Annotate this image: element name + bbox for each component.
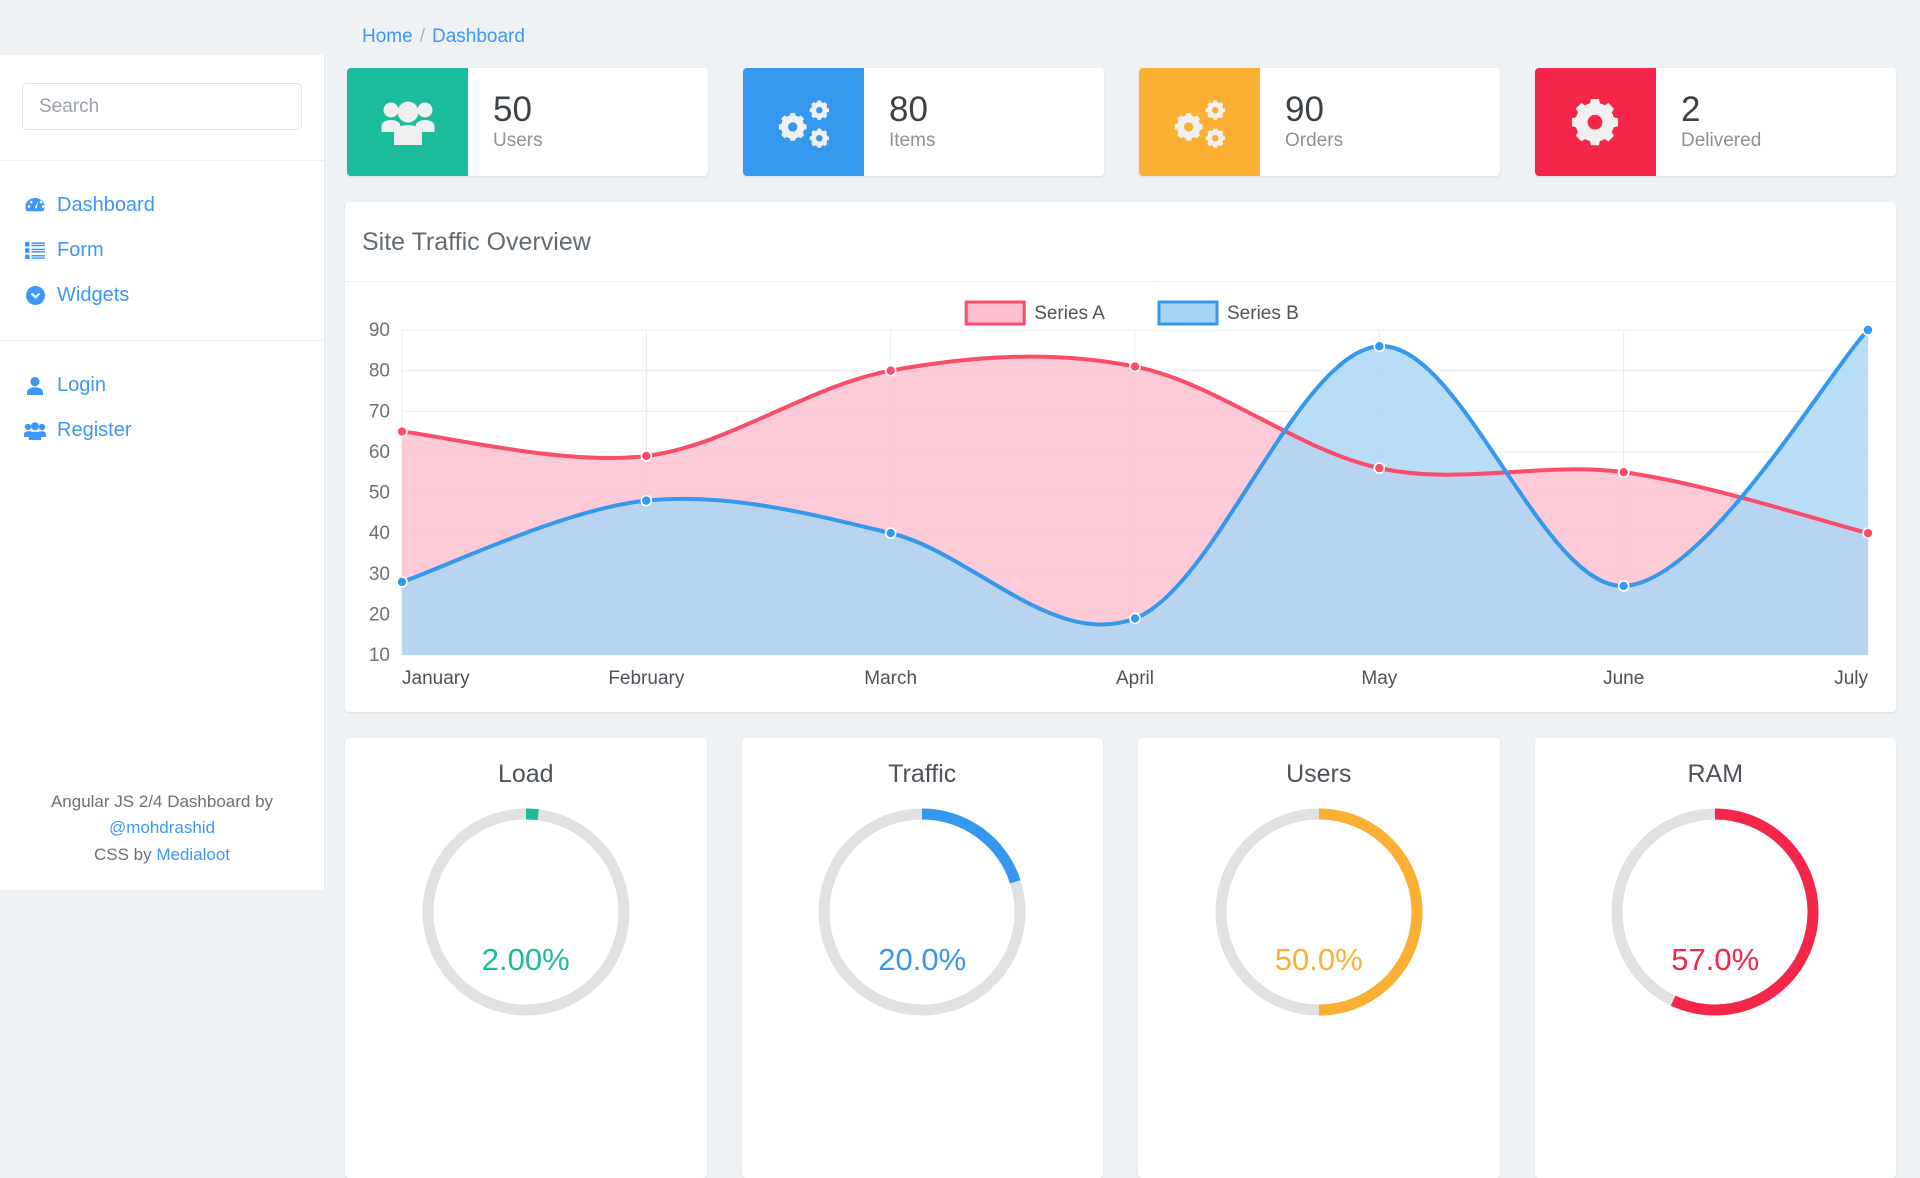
stat-card-items[interactable]: 80 Items xyxy=(743,68,1104,176)
stat-card-body: 80 Items xyxy=(864,68,935,176)
sidebar-search-section xyxy=(0,55,324,161)
users-group-icon xyxy=(347,68,468,176)
gauge-value: 2.00% xyxy=(415,942,637,978)
sidebar-item-widgets[interactable]: Widgets xyxy=(0,273,324,318)
stat-label: Items xyxy=(889,130,935,152)
stat-cards-row: 50 Users 80 Items xyxy=(345,68,1896,176)
sidebar-item-label: Dashboard xyxy=(57,194,155,217)
footer-medialoot-link[interactable]: Medialoot xyxy=(156,845,230,864)
svg-text:June: June xyxy=(1603,668,1644,689)
stat-value: 90 xyxy=(1285,92,1343,129)
site-traffic-panel: Site Traffic Overview 10 20 30 40 50 60 70 80 90… xyxy=(345,202,1896,712)
main-content: Home / Dashboard 50 Users xyxy=(325,0,1920,1178)
svg-text:March: March xyxy=(864,668,917,689)
svg-text:May: May xyxy=(1361,668,1397,689)
sidebar-item-register[interactable]: Register xyxy=(0,408,324,453)
sidebar-item-label: Form xyxy=(57,239,104,262)
stat-card-delivered[interactable]: 2 Delivered xyxy=(1535,68,1896,176)
gauge-title: Users xyxy=(1286,760,1351,789)
gauge-title: Traffic xyxy=(888,760,956,789)
sidebar-item-login[interactable]: Login xyxy=(0,363,324,408)
stat-card-users[interactable]: 50 Users xyxy=(347,68,708,176)
stat-value: 2 xyxy=(1681,92,1761,129)
gauge-value: 20.0% xyxy=(811,942,1033,978)
gauge-value: 57.0% xyxy=(1604,942,1826,978)
stat-label: Users xyxy=(493,130,543,152)
stat-label: Delivered xyxy=(1681,130,1761,152)
sidebar-item-label: Login xyxy=(57,374,106,397)
sidebar-footer: Angular JS 2/4 Dashboard by @mohdrashid … xyxy=(0,789,324,868)
gauge-value: 50.0% xyxy=(1208,942,1430,978)
chart-canvas[interactable]: 10 20 30 40 50 60 70 80 90 January February March Ap… xyxy=(345,300,1890,710)
svg-text:80: 80 xyxy=(369,361,390,382)
search-input[interactable] xyxy=(22,83,302,130)
gauge-ring: 57.0% xyxy=(1604,801,1826,1023)
breadcrumb-separator: / xyxy=(420,26,425,47)
stat-value: 80 xyxy=(889,92,935,129)
cogs-icon xyxy=(1139,68,1260,176)
gauges-row: Load 2.00% Traffic 20.0% Users 50.0% xyxy=(345,738,1896,1178)
svg-text:90: 90 xyxy=(369,320,390,341)
footer-css-prefix: CSS by xyxy=(94,845,156,864)
gauge-ring: 2.00% xyxy=(415,801,637,1023)
svg-text:February: February xyxy=(608,668,685,689)
list-icon xyxy=(24,241,46,261)
sidebar-item-label: Register xyxy=(57,419,131,442)
gauge-card-load: Load 2.00% xyxy=(345,738,707,1178)
sidebar-item-label: Widgets xyxy=(57,284,129,307)
breadcrumb-home[interactable]: Home xyxy=(362,26,413,47)
svg-text:70: 70 xyxy=(369,401,390,422)
sidebar-item-dashboard[interactable]: Dashboard xyxy=(0,183,324,228)
stat-card-body: 2 Delivered xyxy=(1656,68,1761,176)
svg-text:Series A: Series A xyxy=(1034,303,1105,324)
stat-card-body: 50 Users xyxy=(468,68,543,176)
gauge-title: RAM xyxy=(1687,760,1743,789)
svg-text:50: 50 xyxy=(369,483,390,504)
svg-text:30: 30 xyxy=(369,564,390,585)
svg-text:Series B: Series B xyxy=(1227,303,1299,324)
footer-author-link[interactable]: @mohdrashid xyxy=(109,818,215,837)
cog-icon xyxy=(1535,68,1656,176)
stat-value: 50 xyxy=(493,92,543,129)
sidebar-nav-primary: Dashboard Form xyxy=(0,161,324,340)
sidebar-nav-secondary: Login Register xyxy=(0,340,324,475)
dashboard-icon xyxy=(24,196,46,216)
gauge-card-ram: RAM 57.0% xyxy=(1535,738,1897,1178)
user-icon xyxy=(24,376,46,396)
gauge-ring: 50.0% xyxy=(1208,801,1430,1023)
footer-line-1: Angular JS 2/4 Dashboard by xyxy=(0,789,324,815)
svg-text:July: July xyxy=(1834,668,1868,689)
breadcrumb-current[interactable]: Dashboard xyxy=(432,26,525,47)
dashboard-page: Dashboard Form xyxy=(0,0,1920,1178)
stat-card-orders[interactable]: 90 Orders xyxy=(1139,68,1500,176)
cogs-icon xyxy=(743,68,864,176)
svg-text:60: 60 xyxy=(369,442,390,463)
users-icon xyxy=(24,421,46,441)
gauge-card-users: Users 50.0% xyxy=(1138,738,1500,1178)
check-circle-icon xyxy=(24,286,46,306)
sidebar: Dashboard Form xyxy=(0,55,325,890)
site-traffic-chart[interactable]: 10 20 30 40 50 60 70 80 90 January February March Ap… xyxy=(345,282,1896,712)
svg-text:40: 40 xyxy=(369,523,390,544)
breadcrumb: Home / Dashboard xyxy=(345,0,1896,68)
gauge-card-traffic: Traffic 20.0% xyxy=(742,738,1104,1178)
svg-text:10: 10 xyxy=(369,645,390,666)
svg-text:January: January xyxy=(402,668,470,689)
sidebar-item-form[interactable]: Form xyxy=(0,228,324,273)
svg-text:April: April xyxy=(1116,668,1154,689)
gauge-ring: 20.0% xyxy=(811,801,1033,1023)
stat-card-body: 90 Orders xyxy=(1260,68,1343,176)
panel-title: Site Traffic Overview xyxy=(345,202,1896,282)
svg-text:20: 20 xyxy=(369,604,390,625)
stat-label: Orders xyxy=(1285,130,1343,152)
gauge-title: Load xyxy=(498,760,554,789)
